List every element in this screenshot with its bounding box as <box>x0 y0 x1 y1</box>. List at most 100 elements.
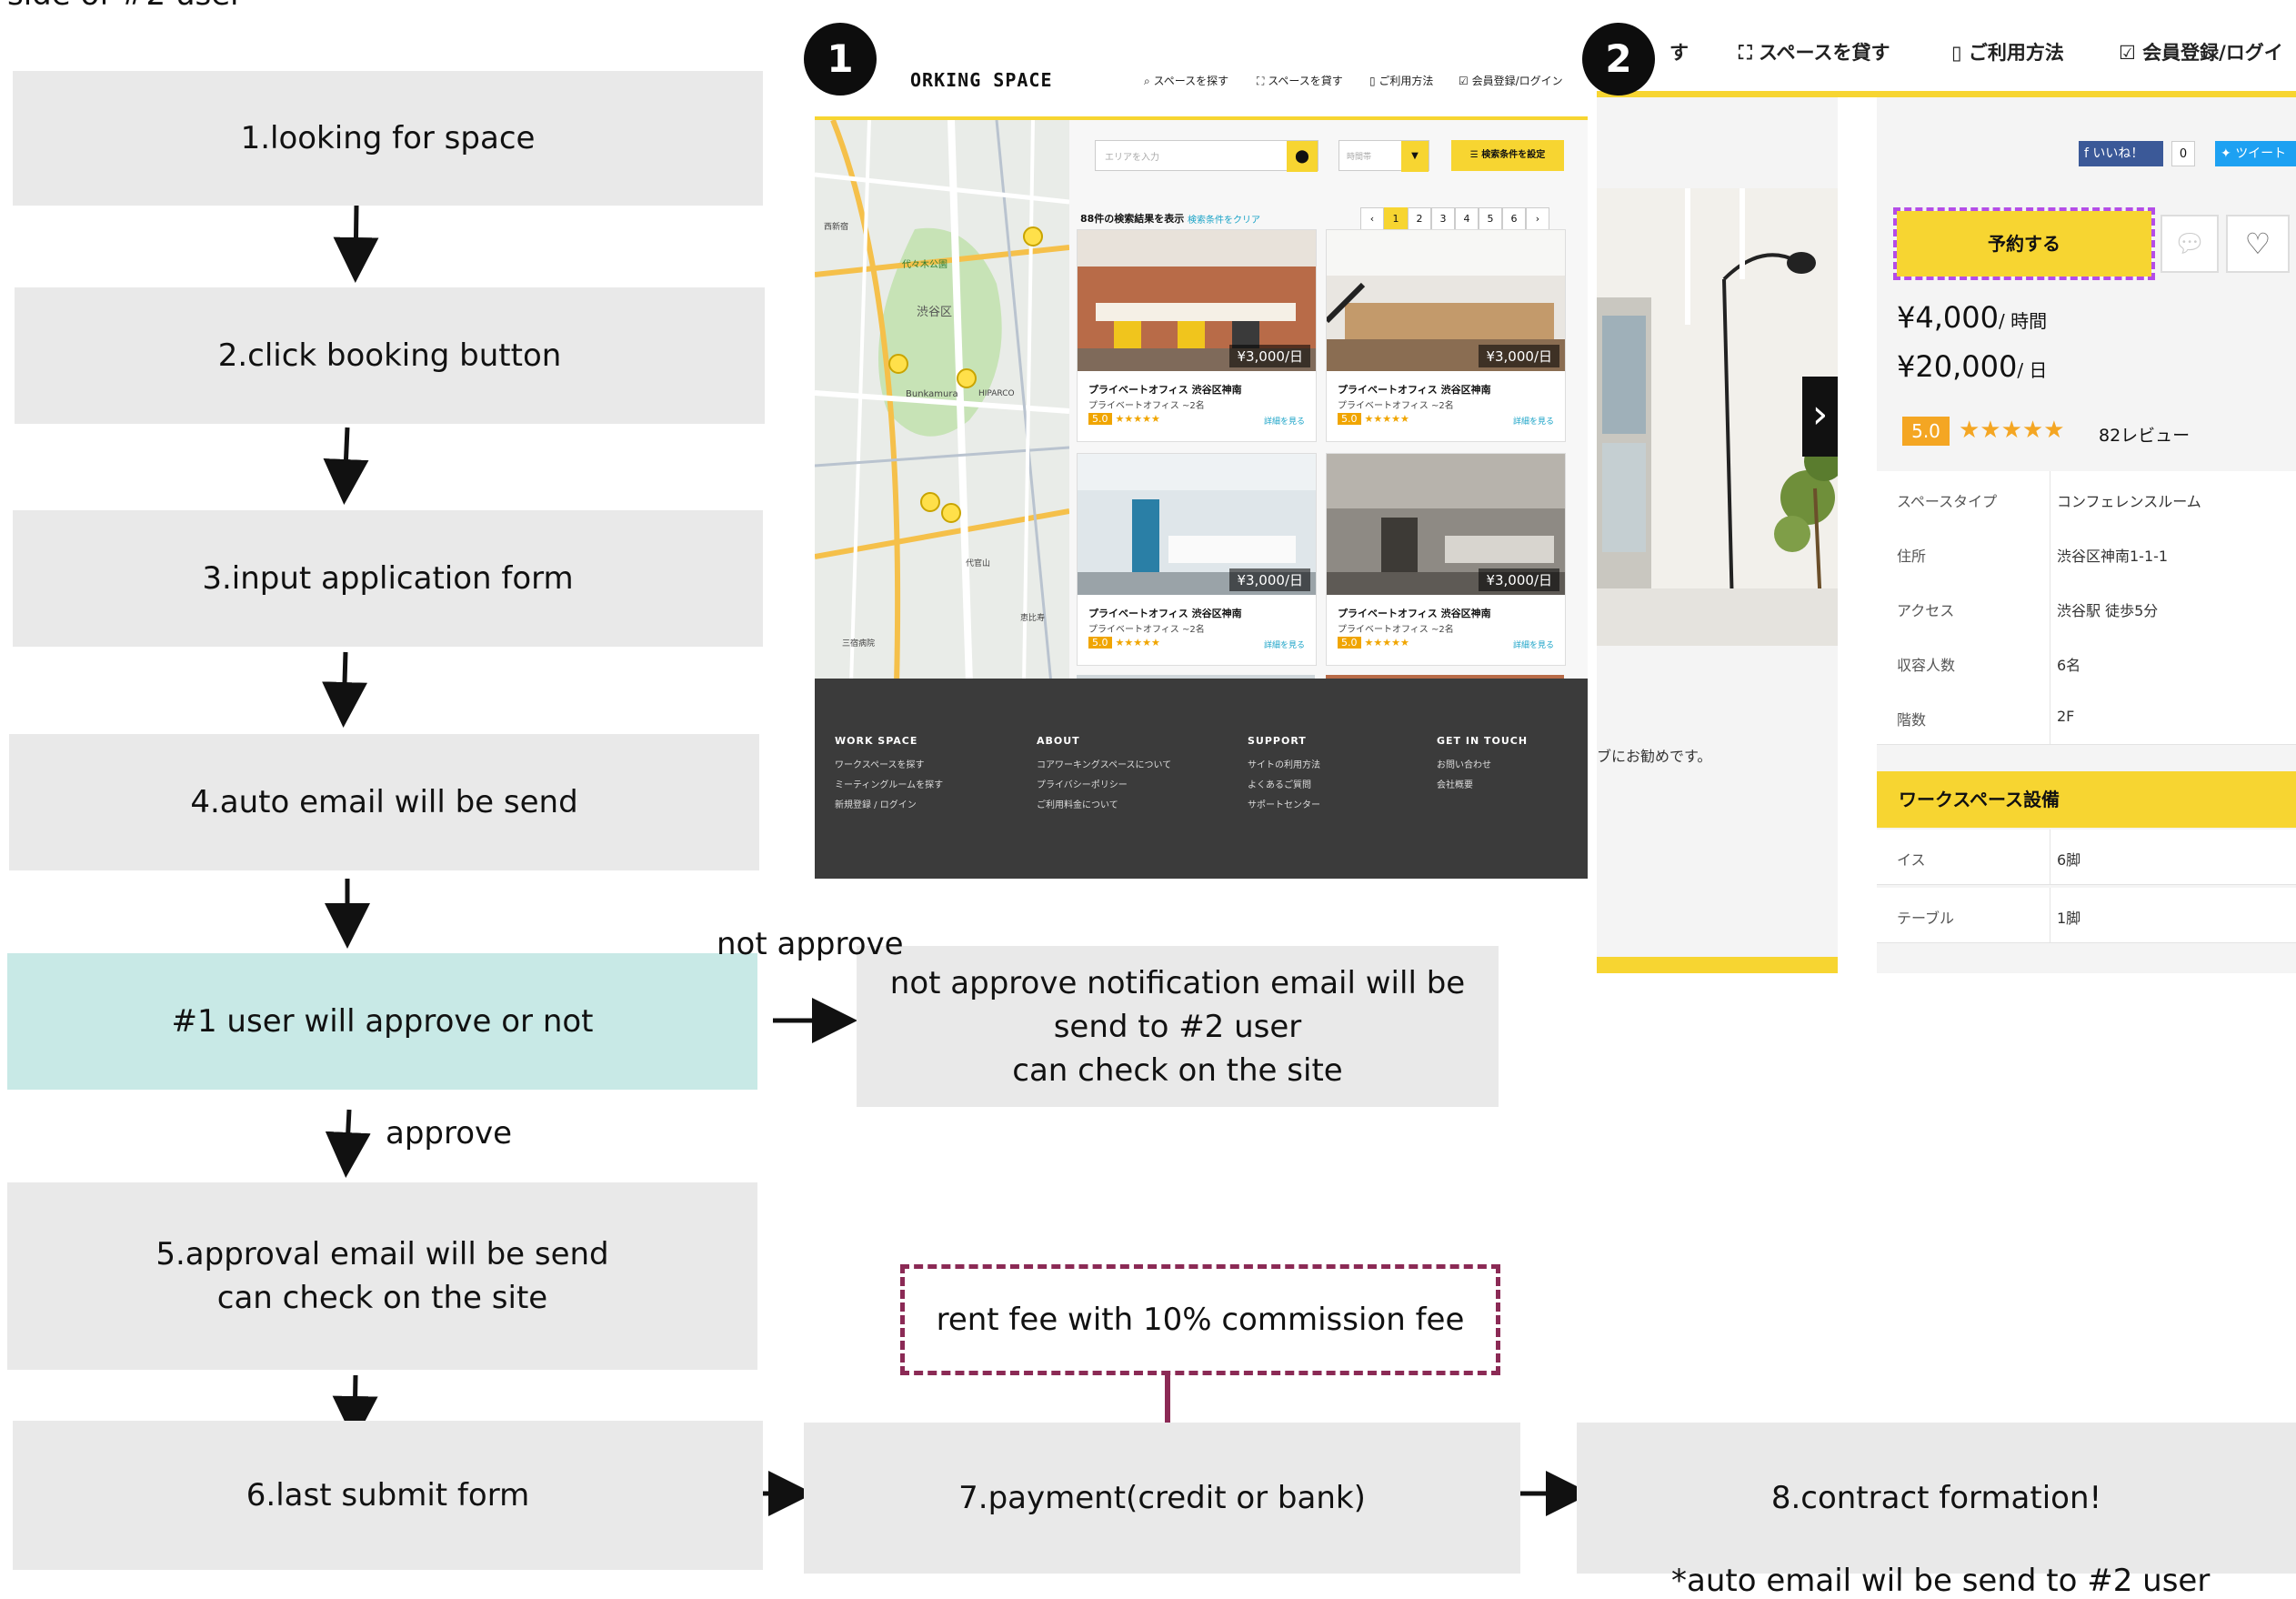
space-card-price: ¥3,000/日 <box>1229 345 1310 367</box>
footer-link[interactable]: ワークスペースを探す <box>835 757 925 770</box>
step-8-box: 8.contract formation! <box>1577 1423 2296 1574</box>
s2-nav-register[interactable]: ☑ 会員登録/ログイ <box>2119 38 2283 65</box>
pagination-page[interactable]: 3 <box>1431 207 1455 231</box>
detail-row-capacity: 収容人数 6名 <box>1877 635 2296 690</box>
chat-bubble-icon: 💬︎ <box>2173 228 2206 258</box>
footer-link[interactable]: 会社概要 <box>1437 777 1473 790</box>
facebook-like-button[interactable]: f いいね！ <box>2079 141 2163 166</box>
space-card-subtitle: プライベートオフィス ~2名 <box>1338 401 1454 411</box>
auto-email-note: *auto email wil be send to #2 user <box>1671 1563 2211 1599</box>
space-card-detail-link[interactable]: 詳細を見る <box>1264 639 1305 650</box>
facility-row-chairs: イス 6脚 <box>1877 830 2296 885</box>
step-7-label: 7.payment(credit or bank) <box>958 1480 1366 1516</box>
space-card-detail-link[interactable]: 詳細を見る <box>1513 639 1554 650</box>
badge-one: 1 <box>804 23 877 96</box>
space-card-rating: 5.0 ★★★★★ <box>1338 413 1409 425</box>
footer-link[interactable]: よくあるご質問 <box>1248 777 1311 790</box>
price-per-hour: ¥4,000/ 時間 <box>1897 300 2048 335</box>
facebook-icon: f <box>2084 146 2093 161</box>
space-card-title: プライベートオフィス 渋谷区神南 <box>1338 384 1491 396</box>
footer-link[interactable]: サポートセンター <box>1248 797 1320 810</box>
s1-nav-find[interactable]: ⌕ スペースを探す <box>1144 73 1228 88</box>
not-approve-box: not approve notification email will be s… <box>857 946 1499 1107</box>
facility-row-tables: テーブル 1脚 <box>1877 888 2296 943</box>
s1-nav-lend[interactable]: ⛶ スペースを貸す <box>1257 73 1343 88</box>
step-2-label: 2.click booking button <box>217 337 562 374</box>
map-label-shibuya: 渋谷区 <box>917 306 953 319</box>
step-3-label: 3.input application form <box>202 560 574 597</box>
s1-area-input[interactable]: エリアを入力 ⬤ <box>1095 140 1318 172</box>
step-1-box: 1.looking for space <box>13 71 763 206</box>
footer-link[interactable]: 新規登録 / ログイン <box>835 797 917 810</box>
step-1-label: 1.looking for space <box>240 120 536 156</box>
s2-favorite-button[interactable]: ♡ <box>2226 215 2290 273</box>
space-card-detail-link[interactable]: 詳細を見る <box>1264 415 1305 427</box>
facilities-header: ワークスペース設備 <box>1877 771 2296 828</box>
footer-link[interactable]: コアワーキングスペースについて <box>1037 757 1171 770</box>
space-card[interactable]: ¥3,000/日 プライベートオフィス 渋谷区神南 プライベートオフィス ~2名… <box>1326 453 1566 666</box>
pagination-page[interactable]: 5 <box>1479 207 1502 231</box>
decision-label: #1 user will approve or not <box>171 1003 594 1040</box>
chevron-right-icon: › <box>1811 391 1829 437</box>
s1-clear-filter-link[interactable]: 検索条件をクリア <box>1188 212 1260 226</box>
twitter-icon: ✦ <box>2221 146 2236 161</box>
s1-map[interactable]: 渋谷区 Bunkamura 代々木公園 HIPARCO 西新宿 三宿病院 恵比寿… <box>815 120 1069 684</box>
s1-nav-howto[interactable]: ▯ ご利用方法 <box>1369 73 1433 88</box>
space-card-rating: 5.0 ★★★★★ <box>1338 637 1409 649</box>
s2-message-button[interactable]: 💬︎ <box>2161 215 2219 273</box>
footer-link[interactable]: ご利用料金について <box>1037 797 1118 810</box>
sliders-icon: ☰ <box>1469 150 1482 160</box>
map-label-hospital: 三宿病院 <box>842 639 876 649</box>
step-5-box: 5.approval email will be send can check … <box>7 1182 757 1370</box>
footer-link[interactable]: ミーティングルームを探す <box>835 777 943 790</box>
space-card[interactable]: ¥3,000/日 プライベートオフィス 渋谷区神南 プライベートオフィス ~2名… <box>1077 453 1317 666</box>
edit-icon: ☑ <box>1459 75 1472 87</box>
pagination-page[interactable]: 2 <box>1408 207 1431 231</box>
price-per-day: ¥20,000/ 日 <box>1897 349 2048 384</box>
commission-note: rent fee with 10% commission fee <box>900 1264 1500 1375</box>
not-approve-edge-label: not approve <box>717 926 904 962</box>
step-4-box: 4.auto email will be send <box>9 734 759 870</box>
chevron-down-icon: ▼ <box>1401 141 1429 172</box>
s2-nav-howto[interactable]: ▯ ご利用方法 <box>1951 38 2064 65</box>
s2-left-yellow-bar <box>1597 957 1838 973</box>
space-card-price: ¥3,000/日 <box>1479 568 1559 591</box>
s1-footer: WORK SPACE ワークスペースを探す ミーティングルームを探す 新規登録 … <box>815 679 1588 879</box>
decision-box: #1 user will approve or not <box>7 953 757 1090</box>
footer-link[interactable]: プライバシーポリシー <box>1037 777 1128 790</box>
space-card[interactable]: ¥3,000/日 プライベートオフィス 渋谷区神南 プライベートオフィス ~2名… <box>1326 229 1566 442</box>
footer-head-contact: GET IN TOUCH <box>1437 735 1529 747</box>
s1-filter-button[interactable]: ☰ 検索条件を設定 <box>1451 140 1564 171</box>
footer-link[interactable]: お問い合わせ <box>1437 757 1491 770</box>
arrow-3-4 <box>322 651 368 728</box>
step-5-label: 5.approval email will be send can check … <box>155 1236 609 1316</box>
space-card-title: プライベートオフィス 渋谷区神南 <box>1088 608 1242 619</box>
heart-icon: ♡ <box>2244 226 2271 261</box>
pagination-page[interactable]: 6 <box>1502 207 1526 231</box>
space-card-detail-link[interactable]: 詳細を見る <box>1513 415 1554 427</box>
s1-header: ORKING SPACE ⌕ スペースを探す ⛶ スペースを貸す ▯ ご利用方法… <box>815 53 1588 117</box>
step-3-box: 3.input application form <box>13 510 763 647</box>
approve-edge-label: approve <box>386 1115 513 1151</box>
s2-nav-find[interactable]: す <box>1669 38 1689 65</box>
s2-description-fragment: ブにお勧めです。 <box>1597 748 1712 765</box>
pagination-next[interactable]: › <box>1526 207 1549 231</box>
footer-link[interactable]: サイトの利用方法 <box>1248 757 1320 770</box>
space-card[interactable]: ¥3,000/日 プライベートオフィス 渋谷区神南 プライベートオフィス ~2名… <box>1077 229 1317 442</box>
footer-head-about: ABOUT <box>1037 735 1080 747</box>
pagination-page[interactable]: 4 <box>1455 207 1479 231</box>
s2-nav-lend[interactable]: ⛶ スペースを貸す <box>1739 38 1890 65</box>
s2-gallery-next-button[interactable]: › <box>1802 377 1838 457</box>
tweet-button[interactable]: ✦ ツイート <box>2215 141 2296 166</box>
s1-time-select[interactable]: 時間帯 ▼ <box>1338 140 1429 172</box>
space-card-title: プライベートオフィス 渋谷区神南 <box>1338 608 1491 619</box>
reserve-button[interactable]: 予約する <box>1893 207 2155 280</box>
map-label-nishishinjuku: 西新宿 <box>824 223 849 232</box>
book-icon: ▯ <box>1951 42 1969 64</box>
rating-badge: 5.0 <box>1902 417 1950 446</box>
pagination-prev[interactable]: ‹ <box>1360 207 1384 231</box>
screenshot-space-detail: す ⛶ スペースを貸す ▯ ご利用方法 ☑ 会員登録/ログイ › ブにお勧めです… <box>1597 0 2296 973</box>
pagination-page[interactable]: 1 <box>1384 207 1408 231</box>
map-pin-icon: ⬤ <box>1287 141 1318 172</box>
s1-nav-register[interactable]: ☑ 会員登録/ログイン <box>1459 73 1563 88</box>
